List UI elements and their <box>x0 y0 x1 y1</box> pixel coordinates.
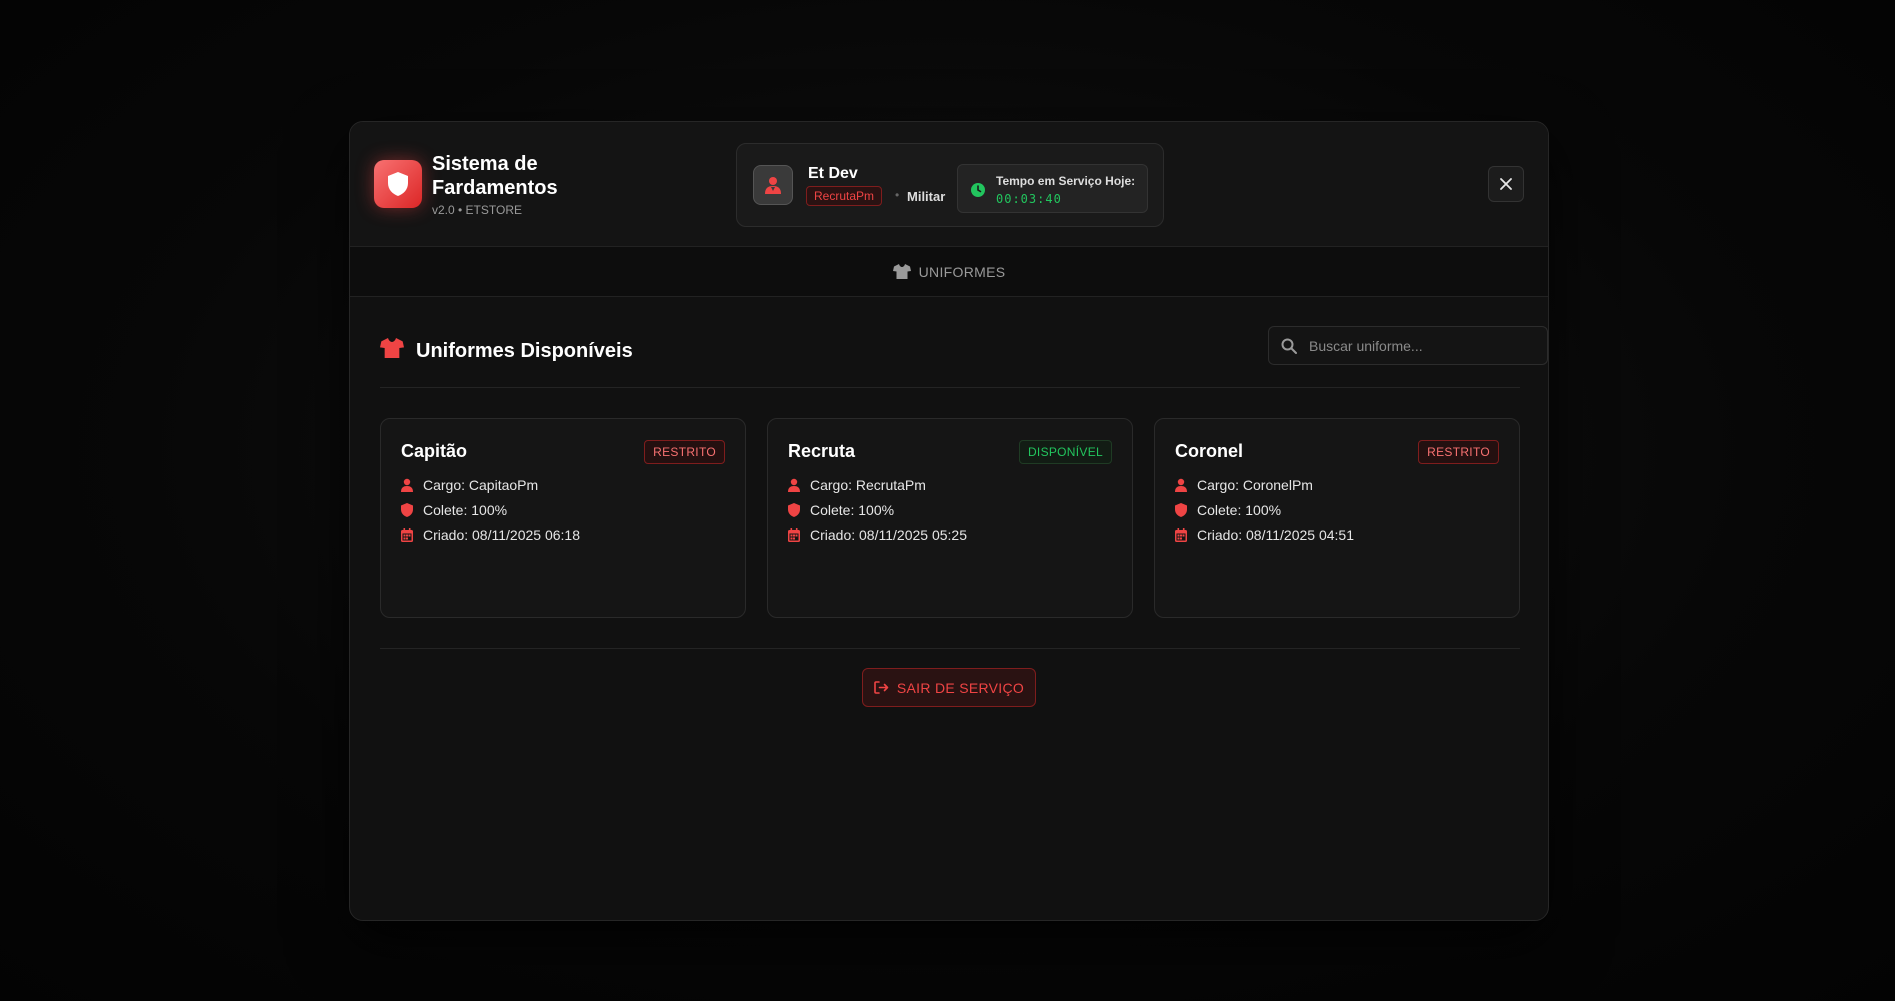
uniform-colete: Colete: 100% <box>401 502 507 518</box>
uniform-colete: Colete: 100% <box>1175 502 1281 518</box>
calendar-icon <box>788 528 800 542</box>
section-title: Uniformes Disponíveis <box>416 340 633 362</box>
user-icon <box>401 478 413 492</box>
uniform-criado: Criado: 08/11/2025 06:18 <box>401 527 580 543</box>
status-badge: RESTRITO <box>644 440 725 464</box>
user-badge-icon <box>765 177 781 194</box>
uniform-card-recruta[interactable]: Recruta DISPONÍVEL Cargo: RecrutaPm Cole… <box>767 418 1133 618</box>
uniform-name: Capitão <box>401 441 468 461</box>
user-role-badge: RecrutaPm <box>806 186 883 206</box>
uniform-cargo: Cargo: CoronelPm <box>1175 477 1313 493</box>
uniform-name: Coronel <box>1175 441 1244 461</box>
app-version: v2.0 • ETSTORE <box>432 203 523 217</box>
shirt-icon <box>380 338 404 358</box>
user-name: Et Dev <box>808 165 858 182</box>
timer-label: Tempo em Serviço Hoje: <box>996 174 1136 188</box>
user-type: Militar <box>907 189 946 204</box>
uniform-cards: Capitão RESTRITO Cargo: CapitaoPm Colete… <box>380 418 1520 618</box>
close-button[interactable] <box>1488 166 1524 202</box>
calendar-icon <box>401 528 413 542</box>
uniform-criado: Criado: 08/11/2025 05:25 <box>788 527 967 543</box>
search-input[interactable] <box>1309 327 1539 364</box>
exit-service-label: SAIR DE SERVIÇO <box>896 679 1025 696</box>
separator-dot: • <box>895 188 900 202</box>
status-badge: DISPONÍVEL <box>1018 440 1112 464</box>
user-icon <box>1175 478 1187 492</box>
clock-icon <box>971 183 985 197</box>
modal-header: Sistema de Fardamentos v2.0 • ETSTORE Et… <box>350 122 1548 247</box>
divider <box>380 648 1520 649</box>
shield-icon <box>401 503 413 517</box>
close-icon <box>1500 178 1512 190</box>
section-header: Uniformes Disponíveis <box>380 326 1548 388</box>
tab-uniformes[interactable]: UNIFORMES <box>892 263 1006 280</box>
avatar <box>753 165 793 205</box>
uniform-card-capitao[interactable]: Capitão RESTRITO Cargo: CapitaoPm Colete… <box>380 418 746 618</box>
calendar-icon <box>1175 528 1187 542</box>
status-badge: RESTRITO <box>1418 440 1499 464</box>
shirt-icon <box>892 264 911 279</box>
search-icon <box>1281 338 1297 354</box>
service-timer: Tempo em Serviço Hoje: 00:03:40 <box>957 164 1148 213</box>
user-info-panel: Et Dev RecrutaPm • Militar Tempo em Serv… <box>736 143 1164 227</box>
user-icon <box>788 478 800 492</box>
shield-icon <box>1175 503 1187 517</box>
search-box <box>1268 326 1548 365</box>
uniform-criado: Criado: 08/11/2025 04:51 <box>1175 527 1354 543</box>
uniform-cargo: Cargo: RecrutaPm <box>788 477 926 493</box>
sign-out-icon <box>874 681 889 694</box>
shield-icon <box>788 503 800 517</box>
uniform-system-modal: Sistema de Fardamentos v2.0 • ETSTORE Et… <box>349 121 1549 921</box>
uniform-cargo: Cargo: CapitaoPm <box>401 477 538 493</box>
timer-value: 00:03:40 <box>996 192 1062 206</box>
tab-label: UNIFORMES <box>918 263 1006 280</box>
app-title: Sistema de Fardamentos <box>432 153 558 199</box>
uniform-card-coronel[interactable]: Coronel RESTRITO Cargo: CoronelPm Colete… <box>1154 418 1520 618</box>
exit-service-button[interactable]: SAIR DE SERVIÇO <box>862 668 1036 707</box>
uniform-name: Recruta <box>788 441 856 461</box>
shield-logo-icon <box>374 160 422 208</box>
uniform-colete: Colete: 100% <box>788 502 894 518</box>
tab-bar: UNIFORMES <box>350 247 1548 297</box>
